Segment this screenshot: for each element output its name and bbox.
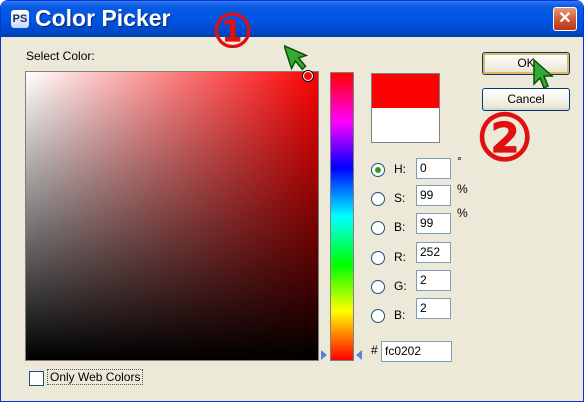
radio-red[interactable] xyxy=(371,251,385,265)
blue-label: B: xyxy=(394,308,406,322)
brightness-input[interactable]: 99 xyxy=(416,213,451,234)
hue-label: H: xyxy=(394,162,406,176)
title-bar[interactable]: PS Color Picker ✕ xyxy=(1,1,583,37)
green-input[interactable]: 2 xyxy=(416,270,451,291)
saturation-input[interactable]: 99 xyxy=(416,185,451,206)
hex-input[interactable]: fc0202 xyxy=(381,341,452,362)
red-input[interactable]: 252 xyxy=(416,242,451,263)
radio-brightness[interactable] xyxy=(371,221,385,235)
only-web-colors-label[interactable]: Only Web Colors xyxy=(47,369,144,385)
red-label: R: xyxy=(394,250,406,264)
select-color-label: Select Color: xyxy=(26,49,95,63)
green-arrow-cursor-icon xyxy=(284,44,309,71)
brightness-unit: % xyxy=(457,206,468,220)
hue-input[interactable]: 0 xyxy=(416,158,451,179)
color-field[interactable] xyxy=(25,71,319,361)
color-preview xyxy=(371,73,440,143)
hex-prefix: # xyxy=(371,343,378,357)
annotation-step-2: ② xyxy=(476,101,534,176)
radio-hue[interactable] xyxy=(371,163,385,177)
brightness-label: B: xyxy=(394,220,406,234)
hue-unit: ° xyxy=(457,154,462,168)
new-color-swatch xyxy=(372,74,439,108)
hue-slider[interactable] xyxy=(330,72,354,361)
blue-input[interactable]: 2 xyxy=(416,298,451,319)
radio-saturation[interactable] xyxy=(371,192,385,206)
saturation-unit: % xyxy=(457,182,468,196)
photoshop-app-icon: PS xyxy=(11,10,29,28)
saturation-label: S: xyxy=(394,191,406,205)
green-arrow-cursor-icon xyxy=(533,58,554,90)
radio-green[interactable] xyxy=(371,280,385,294)
dialog-title: Color Picker xyxy=(35,5,171,31)
radio-blue[interactable] xyxy=(371,309,385,323)
annotation-step-1: ① xyxy=(212,4,254,58)
green-label: G: xyxy=(394,279,407,293)
hue-slider-right-handle-icon[interactable] xyxy=(356,350,362,360)
only-web-colors-checkbox[interactable] xyxy=(29,371,44,386)
close-button[interactable]: ✕ xyxy=(553,7,577,31)
hue-slider-left-handle-icon[interactable] xyxy=(321,350,327,360)
